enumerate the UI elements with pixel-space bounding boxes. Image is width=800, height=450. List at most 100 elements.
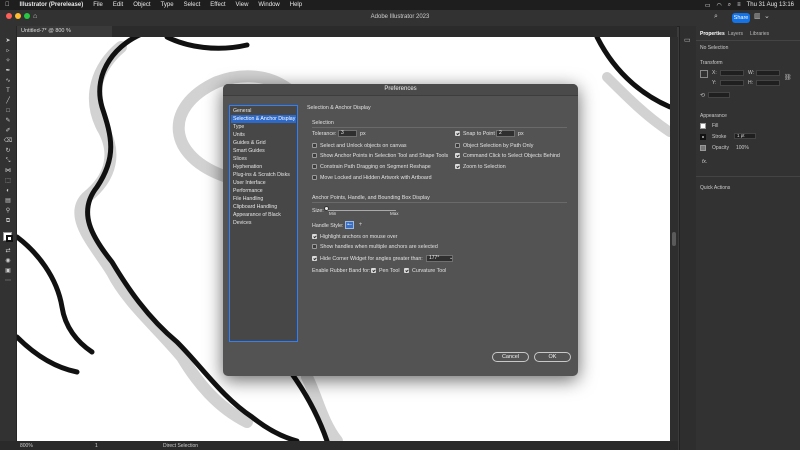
snap-to-point-input[interactable]: 2 — [496, 130, 515, 137]
menu-object[interactable]: Object — [128, 0, 155, 10]
zoom-level[interactable]: 800% — [20, 443, 33, 449]
selection-tool-icon[interactable]: ➤ — [3, 38, 13, 45]
apple-menu-icon[interactable]:  — [0, 0, 15, 10]
tolerance-input[interactable]: 3 — [338, 130, 357, 137]
menu-window[interactable]: Window — [253, 0, 284, 10]
command-click-checkbox[interactable] — [455, 153, 460, 158]
highlight-anchors-checkbox[interactable] — [312, 234, 317, 239]
handle-style-hollow-icon[interactable]: + — [356, 221, 365, 229]
menu-effect[interactable]: Effect — [205, 0, 230, 10]
object-selection-path-checkbox[interactable] — [455, 143, 460, 148]
rotate-icon[interactable]: ⟲ — [700, 92, 705, 99]
wifi-icon[interactable]: ◠ — [716, 2, 721, 9]
fill-color-swatch[interactable] — [700, 123, 706, 129]
category-plugins-scratch-disks[interactable]: Plug-ins & Scratch Disks — [231, 171, 296, 179]
screen-mode-icon[interactable]: ▣ — [3, 268, 13, 275]
opacity-value[interactable]: 100% — [736, 145, 749, 151]
curvature-tool-icon[interactable]: ∿ — [3, 78, 13, 85]
stroke-label[interactable]: Stroke — [712, 134, 726, 140]
battery-icon[interactable]: ▭ — [705, 2, 711, 9]
menu-file[interactable]: File — [88, 0, 108, 10]
spotlight-icon[interactable]: ⌕ — [728, 2, 731, 9]
category-clipboard-handling[interactable]: Clipboard Handling — [231, 203, 296, 211]
eraser-tool-icon[interactable]: ⌫ — [3, 138, 13, 145]
move-locked-checkbox[interactable] — [312, 175, 317, 180]
arrange-icon[interactable]: ⌄ — [764, 12, 770, 20]
paintbrush-tool-icon[interactable]: ✎ — [3, 118, 13, 125]
menu-view[interactable]: View — [231, 0, 254, 10]
category-selection-anchor-display[interactable]: Selection & Anchor Display — [231, 115, 296, 123]
edit-toolbar-icon[interactable]: ⋯ — [3, 278, 13, 285]
swap-colors-icon[interactable]: ⇄ — [3, 248, 13, 255]
h-field[interactable] — [756, 80, 780, 86]
rotate-field[interactable] — [708, 92, 730, 98]
category-performance[interactable]: Performance — [231, 187, 296, 195]
menubar-clock[interactable]: Thu 31 Aug 13:16 — [747, 2, 794, 8]
category-units[interactable]: Units — [231, 131, 296, 139]
hide-corner-widget-checkbox[interactable] — [312, 256, 317, 261]
rectangle-tool-icon[interactable]: □ — [3, 108, 13, 115]
search-icon[interactable]: ⌕ — [714, 13, 718, 21]
category-file-handling[interactable]: File Handling — [231, 195, 296, 203]
handle-style-solid-icon[interactable]: •– — [345, 221, 354, 229]
category-guides-grid[interactable]: Guides & Grid — [231, 139, 296, 147]
menu-select[interactable]: Select — [179, 0, 206, 10]
category-devices[interactable]: Devices — [231, 219, 296, 227]
snap-to-point-checkbox[interactable] — [455, 131, 460, 136]
menu-type[interactable]: Type — [156, 0, 179, 10]
zoom-to-selection-checkbox[interactable] — [455, 164, 460, 169]
document-tab[interactable]: Untitled-7* @ 800 % (CMYK/Preview) — [17, 26, 112, 45]
constrain-proportions-icon[interactable]: ⛓ — [784, 74, 792, 81]
width-tool-icon[interactable]: ⋈ — [3, 168, 13, 175]
category-general[interactable]: General — [231, 107, 296, 115]
category-appearance-of-black[interactable]: Appearance of Black — [231, 211, 296, 219]
w-field[interactable] — [756, 70, 780, 76]
menu-help[interactable]: Help — [285, 0, 307, 10]
category-type[interactable]: Type — [231, 123, 296, 131]
free-transform-tool-icon[interactable]: ⬚ — [3, 178, 13, 185]
reference-point-icon[interactable] — [700, 70, 708, 78]
share-button[interactable]: Share — [732, 13, 750, 23]
stroke-weight-field[interactable]: 1 pt — [734, 133, 756, 139]
type-tool-icon[interactable]: T — [3, 88, 13, 95]
shape-builder-tool-icon[interactable]: ◐ — [3, 188, 13, 195]
comments-icon[interactable]: ▭ — [684, 36, 691, 44]
magic-wand-tool-icon[interactable]: ✧ — [3, 58, 13, 65]
stroke-color-swatch[interactable] — [700, 134, 706, 140]
constrain-path-checkbox[interactable] — [312, 164, 317, 169]
scrollbar-thumb[interactable] — [672, 232, 676, 246]
curvature-tool-checkbox[interactable] — [404, 268, 409, 273]
show-handles-checkbox[interactable] — [312, 244, 317, 249]
category-slices[interactable]: Slices — [231, 155, 296, 163]
category-smart-guides[interactable]: Smart Guides — [231, 147, 296, 155]
eyedropper-tool-icon[interactable]: ⚲ — [3, 208, 13, 215]
category-hyphenation[interactable]: Hyphenation — [231, 163, 296, 171]
ok-button[interactable]: OK — [534, 352, 571, 362]
line-tool-icon[interactable]: ╱ — [3, 98, 13, 105]
size-slider-track[interactable] — [326, 210, 396, 211]
artboard-number[interactable]: 1 — [95, 443, 98, 449]
tab-layers[interactable]: Layers — [728, 31, 743, 37]
rotate-tool-icon[interactable]: ↻ — [3, 148, 13, 155]
menu-app-name[interactable]: Illustrator (Prerelease) — [15, 0, 89, 10]
y-field[interactable] — [720, 80, 744, 86]
category-user-interface[interactable]: User Interface — [231, 179, 296, 187]
pen-tool-icon[interactable]: ✒ — [3, 68, 13, 75]
vertical-scrollbar[interactable] — [670, 37, 678, 441]
tab-properties[interactable]: Properties — [700, 31, 725, 37]
blend-tool-icon[interactable]: ⧉ — [3, 218, 13, 225]
x-field[interactable] — [720, 70, 744, 76]
pencil-tool-icon[interactable]: ✐ — [3, 128, 13, 135]
control-center-icon[interactable]: ≡ — [737, 2, 741, 8]
select-unlock-checkbox[interactable] — [312, 143, 317, 148]
cancel-button[interactable]: Cancel — [492, 352, 529, 362]
stroke-swatch[interactable] — [6, 235, 13, 242]
draw-mode-icon[interactable]: ◉ — [3, 258, 13, 265]
fx-icon[interactable]: fx. — [702, 159, 707, 165]
menu-edit[interactable]: Edit — [108, 0, 128, 10]
pen-tool-checkbox[interactable] — [371, 268, 376, 273]
scale-tool-icon[interactable]: ⤡ — [3, 158, 13, 165]
tab-libraries[interactable]: Libraries — [750, 31, 769, 37]
layout-icon[interactable]: ▥ — [754, 12, 761, 20]
corner-angle-dropdown-icon[interactable]: ⌄ — [449, 255, 453, 261]
